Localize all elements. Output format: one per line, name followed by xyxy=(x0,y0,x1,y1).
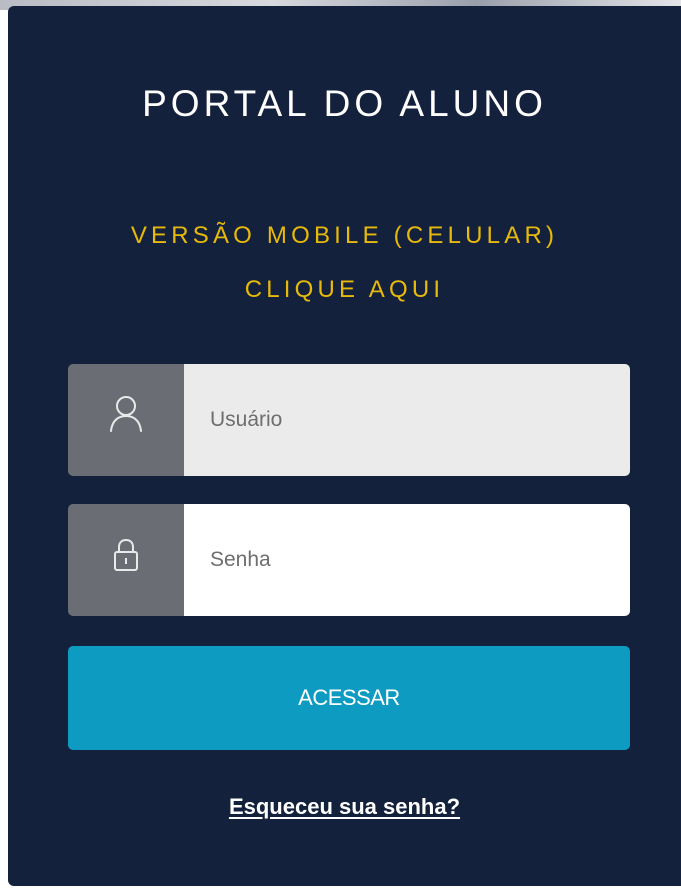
username-field-group xyxy=(68,364,630,476)
login-panel: PORTAL DO ALUNO VERSÃO MOBILE (CELULAR) … xyxy=(8,6,681,886)
lock-icon xyxy=(113,538,139,577)
click-here-link[interactable]: CLIQUE AQUI xyxy=(8,276,681,304)
username-input[interactable] xyxy=(184,364,630,476)
password-icon-box xyxy=(68,504,184,616)
password-input[interactable] xyxy=(184,504,630,616)
username-icon-box xyxy=(68,364,184,476)
forgot-password-link[interactable]: Esqueceu sua senha? xyxy=(229,794,460,819)
portal-title: PORTAL DO ALUNO xyxy=(142,83,547,124)
forgot-password-container: Esqueceu sua senha? xyxy=(8,794,681,820)
password-field-group xyxy=(68,504,630,616)
acessar-button[interactable]: ACESSAR xyxy=(68,646,630,750)
user-icon xyxy=(108,394,144,439)
mobile-version-link[interactable]: VERSÃO MOBILE (CELULAR) xyxy=(8,222,681,250)
